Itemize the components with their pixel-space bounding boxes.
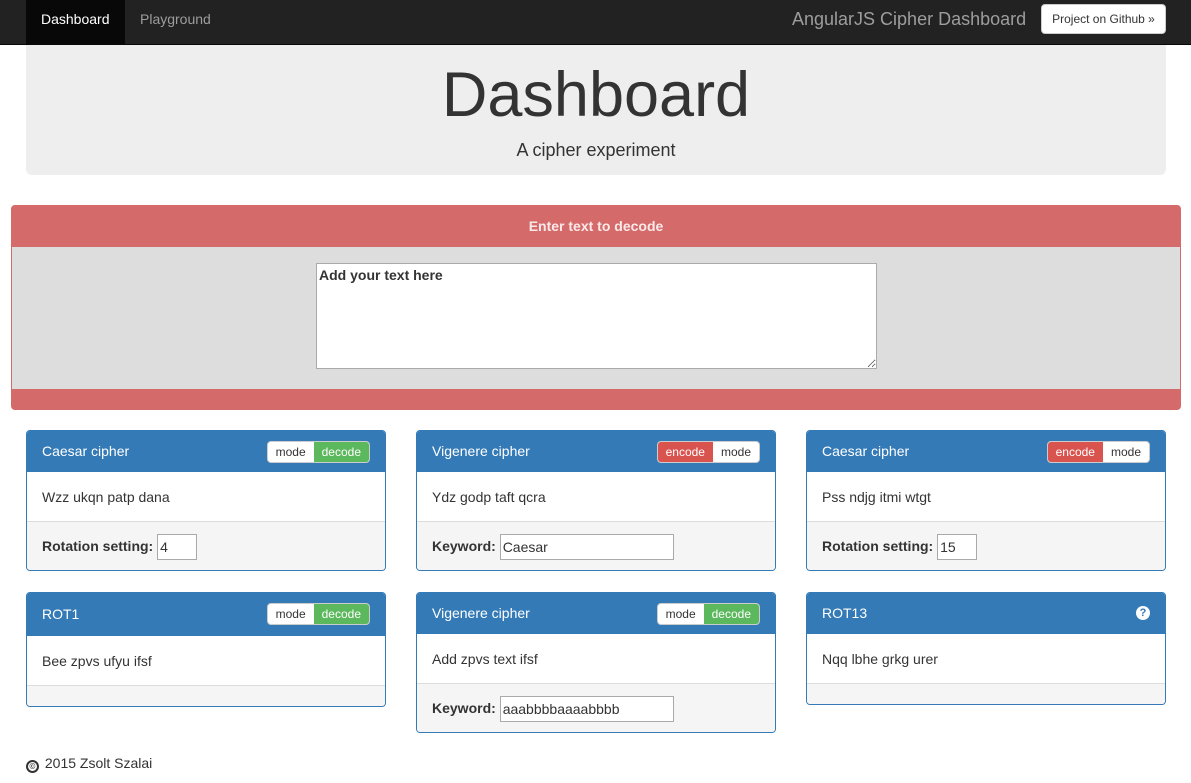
page-title: Dashboard bbox=[441, 60, 751, 130]
panel-footer: Rotation setting: bbox=[807, 522, 1165, 570]
toggle-mode-label[interactable]: mode bbox=[658, 604, 704, 624]
keyword-label: Keyword: bbox=[432, 700, 496, 716]
mode-toggle[interactable]: mode decode bbox=[656, 603, 760, 625]
rotation-label: Rotation setting: bbox=[42, 538, 154, 554]
mode-toggle[interactable]: encode mode bbox=[1046, 441, 1150, 463]
jumbotron: Dashboard A cipher experiment bbox=[26, 45, 1166, 175]
toggle-decode-option[interactable]: decode bbox=[313, 604, 369, 624]
brand-title[interactable]: AngularJS Cipher Dashboard bbox=[792, 0, 1026, 44]
mode-toggle[interactable]: mode decode bbox=[266, 603, 370, 625]
panel-footer bbox=[27, 686, 385, 706]
panel-heading: ROT1 mode decode bbox=[27, 593, 385, 636]
panel-output: Add zpvs text ifsf bbox=[417, 634, 775, 684]
toggle-mode-label[interactable]: mode bbox=[268, 442, 314, 462]
cipher-panel-vigenere-2: Vigenere cipher mode decode Add zpvs tex… bbox=[416, 592, 776, 733]
panel-title: Vigenere cipher bbox=[432, 605, 530, 621]
github-button[interactable]: Project on Github » bbox=[1041, 4, 1166, 34]
cipher-panel-caesar-2: Caesar cipher encode mode Pss ndjg itmi … bbox=[806, 430, 1166, 571]
toggle-decode-option[interactable]: decode bbox=[703, 604, 759, 624]
cipher-panel-vigenere-1: Vigenere cipher encode mode Ydz godp taf… bbox=[416, 430, 776, 571]
navbar: Dashboard Playground AngularJS Cipher Da… bbox=[0, 0, 1191, 45]
toggle-encode-option[interactable]: encode bbox=[1047, 442, 1103, 462]
mode-toggle[interactable]: encode mode bbox=[656, 441, 760, 463]
rotation-input[interactable] bbox=[157, 534, 198, 561]
panel-output: Ydz godp taft qcra bbox=[417, 472, 775, 522]
input-panel-body: Add your text here bbox=[12, 247, 1180, 389]
input-panel: Enter text to decode Add your text here bbox=[11, 205, 1181, 410]
footer-text: 2015 Zsolt Szalai bbox=[44, 755, 153, 771]
cipher-panel-rot1: ROT1 mode decode Bee zpvs ufyu ifsf bbox=[26, 592, 386, 707]
panel-footer: Keyword: bbox=[417, 684, 775, 732]
panel-title: ROT1 bbox=[42, 606, 80, 622]
panel-output: Nqq lbhe grkg urer bbox=[807, 634, 1165, 684]
panel-title: Vigenere cipher bbox=[432, 443, 530, 459]
help-icon[interactable]: ? bbox=[1136, 606, 1150, 620]
toggle-decode-option[interactable]: decode bbox=[313, 442, 369, 462]
nav-item-playground[interactable]: Playground bbox=[125, 0, 226, 44]
panel-title: Caesar cipher bbox=[42, 443, 130, 459]
panel-footer bbox=[807, 684, 1165, 704]
mode-toggle[interactable]: mode decode bbox=[266, 441, 370, 463]
rotation-input[interactable] bbox=[937, 534, 978, 561]
panel-heading: Caesar cipher encode mode bbox=[807, 431, 1165, 472]
panel-title: Caesar cipher bbox=[822, 443, 910, 459]
panel-heading: Vigenere cipher encode mode bbox=[417, 431, 775, 472]
panel-title: ROT13 bbox=[822, 605, 868, 621]
input-panel-heading: Enter text to decode bbox=[528, 218, 664, 234]
footer: © 2015 Zsolt Szalai bbox=[26, 755, 152, 773]
keyword-input[interactable] bbox=[499, 696, 674, 723]
text-input[interactable]: Add your text here bbox=[316, 263, 877, 369]
keyword-label: Keyword: bbox=[432, 538, 496, 554]
panel-heading: Vigenere cipher mode decode bbox=[417, 593, 775, 634]
cipher-panel-caesar-1: Caesar cipher mode decode Wzz ukqn patp … bbox=[26, 430, 386, 571]
nav-item-dashboard[interactable]: Dashboard bbox=[26, 0, 125, 44]
panel-footer: Keyword: bbox=[417, 522, 775, 570]
toggle-mode-label[interactable]: mode bbox=[268, 604, 314, 624]
page-subtitle: A cipher experiment bbox=[516, 140, 676, 160]
panel-heading: ROT13 ? bbox=[807, 593, 1165, 634]
copyright-icon: © bbox=[26, 760, 39, 773]
toggle-mode-label[interactable]: mode bbox=[713, 442, 759, 462]
panel-heading: Caesar cipher mode decode bbox=[27, 431, 385, 472]
panel-footer: Rotation setting: bbox=[27, 522, 385, 570]
panel-output: Bee zpvs ufyu ifsf bbox=[27, 636, 385, 686]
panel-output: Pss ndjg itmi wtgt bbox=[807, 472, 1165, 522]
rotation-label: Rotation setting: bbox=[822, 538, 934, 554]
keyword-input[interactable] bbox=[499, 534, 674, 561]
toggle-encode-option[interactable]: encode bbox=[657, 442, 713, 462]
cipher-panel-rot13: ROT13 ? Nqq lbhe grkg urer bbox=[806, 592, 1166, 705]
panel-output: Wzz ukqn patp dana bbox=[27, 472, 385, 522]
toggle-mode-label[interactable]: mode bbox=[1103, 442, 1149, 462]
